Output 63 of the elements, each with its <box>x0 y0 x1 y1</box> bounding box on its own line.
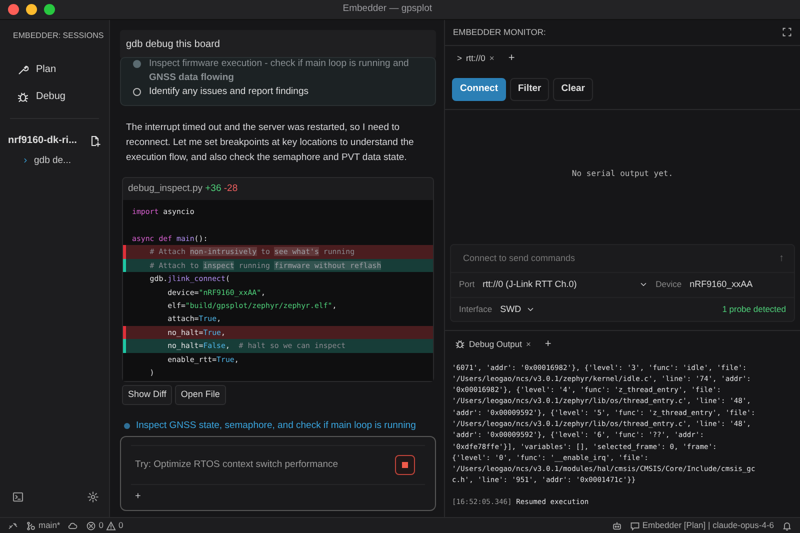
tab-close[interactable]: × <box>489 52 494 64</box>
expand-icon[interactable] <box>782 27 792 38</box>
session-item[interactable]: gdb de... <box>0 152 109 170</box>
diff-action-button[interactable]: Open File <box>174 385 226 405</box>
warning-icon <box>106 520 116 530</box>
status-dot <box>124 422 130 429</box>
sidebar-title: EMBEDDER: SESSIONS <box>12 30 105 42</box>
panel-title: EMBEDDER MONITOR: <box>453 26 546 39</box>
problems-indicator[interactable]: 0 0 <box>86 519 124 532</box>
toolbar-button[interactable]: Clear <box>553 78 593 100</box>
add-button[interactable]: + <box>135 489 141 504</box>
chevron-icon <box>22 156 29 164</box>
window-title: Embedder — gpsplot <box>342 2 432 16</box>
toolbar-button[interactable]: Filter <box>510 78 550 100</box>
terminal-icon[interactable] <box>12 491 24 503</box>
removed-count: -28 <box>224 183 238 194</box>
wrench-icon <box>17 64 29 76</box>
diff-action-button[interactable]: Show Diff <box>122 385 172 405</box>
mode-item[interactable]: Debug <box>0 85 109 108</box>
diff-file-name: debug_inspect.py <box>128 183 202 194</box>
bug-icon <box>455 339 465 350</box>
monitor-tab[interactable]: > rtt://0 × <box>457 52 494 64</box>
probe-status: 1 probe detected <box>722 302 786 316</box>
branch-icon <box>26 520 36 530</box>
output-tab[interactable]: Debug Output × <box>455 338 531 351</box>
prompt-field[interactable]: Try: Optimize RTOS context switch performance <box>131 444 425 485</box>
task-text: Identify any issues and report findings <box>149 85 308 99</box>
prompt-symbol: > <box>457 52 462 64</box>
error-icon <box>86 520 96 530</box>
interface-label: Interface <box>459 302 492 316</box>
status-link[interactable]: Inspect GNSS state, semaphore, and check if main loop is running <box>136 418 416 434</box>
chat-icon <box>630 520 640 530</box>
empty-output-message: No serial output yet. <box>570 168 674 180</box>
maximize-button[interactable] <box>44 4 55 15</box>
new-tab-button[interactable]: + <box>544 336 552 352</box>
branch-indicator[interactable]: main* <box>26 519 60 532</box>
cloud-icon[interactable] <box>68 520 78 530</box>
port-label: Port <box>459 278 475 292</box>
device-label: Device <box>656 278 682 292</box>
tab-label: Debug Output <box>469 338 522 351</box>
port-select[interactable]: rtt://0 (J-Link RTT Ch.0) <box>482 278 648 292</box>
device-value[interactable]: nRF9160_xxAA <box>690 278 753 292</box>
chat-input-box[interactable]: Try: Optimize RTOS context switch performance + <box>120 436 436 511</box>
interface-select[interactable]: SWD <box>500 302 536 316</box>
bug-icon <box>17 90 29 102</box>
close-button[interactable] <box>8 4 19 15</box>
new-file-icon[interactable] <box>89 134 101 146</box>
agent-indicator[interactable]: Embedder [Plan] | claude-opus-4-6 <box>630 519 774 532</box>
task-text: Inspect firmware execution - check if main loop is running and GNSS data flowing <box>149 57 410 85</box>
stop-icon <box>402 462 408 468</box>
robot-icon[interactable] <box>612 520 622 530</box>
tab-label: rtt://0 <box>466 52 486 64</box>
bell-icon[interactable] <box>782 520 792 530</box>
assistant-message: The interrupt timed out and the server was restarted, so I need to reconnect. Let me set breakpoints at key locations to understand the execution flow, and also check the semaphore and PVT data state. <box>126 121 415 165</box>
minimize-button[interactable] <box>26 4 37 15</box>
toolbar-button[interactable]: Connect <box>452 78 506 100</box>
tab-close[interactable]: × <box>526 338 531 351</box>
stop-button[interactable] <box>395 454 415 475</box>
chat-header: gdb debug this board <box>120 30 436 59</box>
project-name[interactable]: nrf9160-dk-ri... <box>8 133 77 148</box>
mode-item[interactable]: Plan <box>0 58 109 81</box>
new-tab-button[interactable]: + <box>508 50 515 66</box>
added-count: +36 <box>205 183 222 194</box>
